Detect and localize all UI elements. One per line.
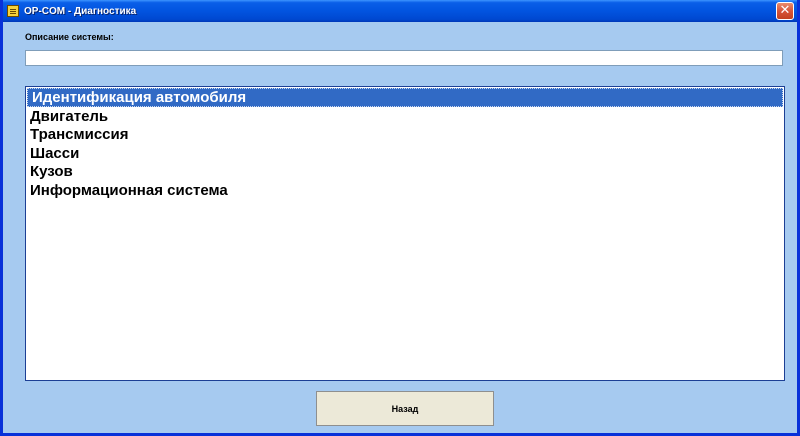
list-item-information-system[interactable]: Информационная система — [26, 182, 784, 201]
system-description-label: Описание системы: — [25, 32, 114, 42]
app-window: OP-COM - Диагностика ✕ Описание системы:… — [0, 0, 800, 436]
list-item-transmission[interactable]: Трансмиссия — [26, 126, 784, 145]
list-item-chassis[interactable]: Шасси — [26, 145, 784, 164]
app-icon — [7, 5, 19, 17]
window-title: OP-COM - Диагностика — [24, 5, 137, 17]
list-item-vehicle-identification[interactable]: Идентификация автомобиля — [27, 88, 783, 107]
close-icon: ✕ — [779, 3, 791, 18]
systems-list[interactable]: Идентификация автомобиля Двигатель Транс… — [25, 86, 785, 381]
system-description-field[interactable] — [25, 50, 783, 66]
title-bar[interactable]: OP-COM - Диагностика ✕ — [3, 0, 797, 22]
list-item-engine[interactable]: Двигатель — [26, 108, 784, 127]
back-button[interactable]: Назад — [316, 391, 494, 426]
list-item-body[interactable]: Кузов — [26, 163, 784, 182]
close-button[interactable]: ✕ — [776, 2, 794, 20]
